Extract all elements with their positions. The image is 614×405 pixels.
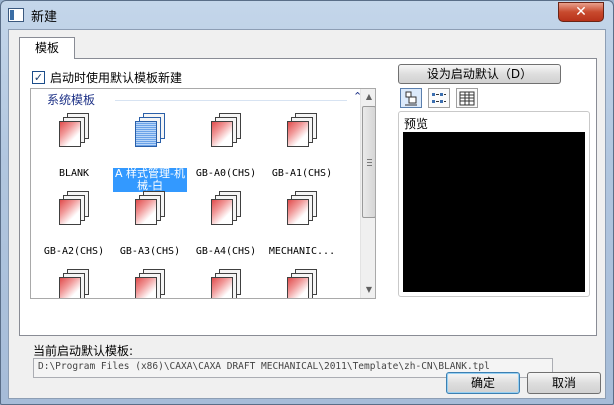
template-caption: GB-A2(CHS) [43,246,105,257]
template-item[interactable]: BLANK [37,113,111,180]
template-item[interactable]: MECHANIC... [113,269,187,298]
template-file-icon [133,191,167,229]
close-icon: ✕ [575,4,587,20]
template-caption: GB-A3(CHS) [119,246,181,257]
template-file-icon [57,191,91,229]
list-view-icon [432,93,446,103]
template-item[interactable]: GB-A4(CHS) [189,191,263,258]
ok-button[interactable]: 确定 [446,372,520,394]
new-dialog-window: 新建 ✕ 模板 ✓ 启动时使用默认模板新建 设为启动默认（D） 预览 系统模板 … [0,0,614,405]
template-sheet [211,277,233,298]
preview-label: 预览 [404,117,429,131]
template-item[interactable]: A 样式管理-机械-白 [113,113,187,192]
scrollbar-thumb[interactable] [362,106,375,218]
template-file-icon [285,113,319,151]
template-sheet [135,277,157,298]
tab-page-templates: ✓ 启动时使用默认模板新建 设为启动默认（D） 预览 系统模板 ⌃ BLANK … [19,58,597,336]
details-view-button[interactable] [456,88,478,108]
large-icons-view-icon [405,91,417,106]
startup-default-checkbox[interactable]: ✓ [32,71,45,84]
startup-default-option[interactable]: ✓ 启动时使用默认模板新建 [32,69,182,86]
window-title: 新建 [31,10,58,25]
dialog-client-area: 模板 ✓ 启动时使用默认模板新建 设为启动默认（D） 预览 系统模板 ⌃ BLA… [8,29,606,399]
title-bar[interactable]: 新建 ✕ [1,1,613,29]
cancel-button[interactable]: 取消 [527,372,601,394]
tab-templates[interactable]: 模板 [19,37,75,59]
current-default-label: 当前启动默认模板: [33,344,134,358]
template-item[interactable]: GB-A0(CHS) [189,113,263,180]
startup-default-label: 启动时使用默认模板新建 [50,71,183,85]
template-file-icon [57,269,91,298]
template-caption: MECHANIC... [268,246,336,257]
details-view-icon [459,91,475,106]
template-item[interactable]: MECHANIC... [37,269,111,298]
template-item[interactable]: MECHANIC... [265,191,339,258]
template-file-icon [285,191,319,229]
template-caption: BLANK [58,168,90,179]
template-sheet [135,121,157,147]
checkmark-icon: ✓ [33,71,44,84]
vertical-scrollbar[interactable]: ▲ ▼ [360,89,375,298]
template-sheet [59,199,81,225]
preview-group: 预览 [398,111,590,297]
template-caption: A 样式管理-机械-白 [113,167,187,192]
large-icons-view-button[interactable] [400,88,422,108]
list-view-button[interactable] [428,88,450,108]
template-sheet [287,199,309,225]
template-file-icon [209,113,243,151]
app-window-icon [8,8,24,22]
template-file-icon [57,113,91,151]
close-button[interactable]: ✕ [558,2,604,22]
template-file-icon [285,269,319,298]
template-sheet [211,121,233,147]
template-sheet [287,277,309,298]
set-as-default-button[interactable]: 设为启动默认（D） [398,64,561,84]
template-sheet [59,277,81,298]
group-header-system-templates[interactable]: 系统模板 [47,91,95,108]
template-sheet [135,199,157,225]
template-sheet [59,121,81,147]
template-caption: GB-A4(CHS) [195,246,257,257]
scrollbar-grip-icon [367,159,372,166]
template-item[interactable]: MECHANIC... [189,269,263,298]
template-caption: GB-A0(CHS) [195,168,257,179]
template-item[interactable]: GB-A2(CHS) [37,191,111,258]
template-caption: GB-A1(CHS) [271,168,333,179]
scroll-up-arrow-icon[interactable]: ▲ [361,89,375,105]
template-file-icon [133,113,167,151]
scroll-down-arrow-icon[interactable]: ▼ [361,282,375,298]
template-sheet [211,199,233,225]
template-item[interactable]: MECHANIC... [265,269,339,298]
view-mode-toolbar [400,88,478,108]
template-item[interactable]: GB-A1(CHS) [265,113,339,180]
template-list[interactable]: 系统模板 ⌃ BLANK A 样式管理-机械-白 GB-A0(CHS) GB-A1(C… [30,88,376,299]
template-file-icon [209,191,243,229]
template-file-icon [133,269,167,298]
template-file-icon [209,269,243,298]
preview-canvas [403,132,585,292]
template-item[interactable]: GB-A3(CHS) [113,191,187,258]
group-header-divider [115,100,347,101]
template-sheet [287,121,309,147]
